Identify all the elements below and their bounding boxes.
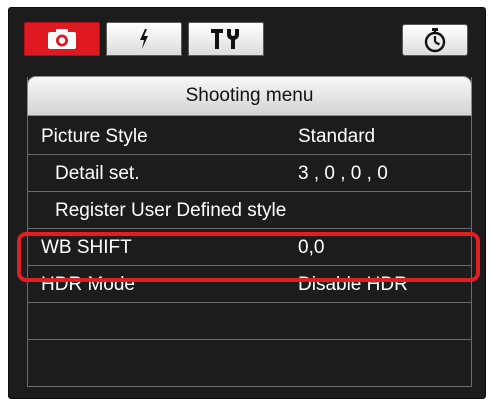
menu-item-label: Detail set. <box>55 163 140 184</box>
menu-item-value: Standard <box>298 126 376 147</box>
menu-item-empty <box>27 340 472 377</box>
camera-icon <box>48 29 76 49</box>
menu-title: Shooting menu <box>27 76 472 116</box>
menu-item-empty <box>27 303 472 340</box>
flash-icon <box>140 29 148 49</box>
menu-item-detail-set[interactable]: Detail set. 3 , 0 , 0 , 0 <box>27 155 472 192</box>
tools-icon <box>211 29 239 49</box>
tab-shooting[interactable] <box>24 22 100 56</box>
tab-tools[interactable] <box>188 22 264 56</box>
menu-item-label: Register User Defined style <box>55 200 287 221</box>
tab-flash[interactable] <box>106 22 182 56</box>
timer-icon <box>424 28 446 53</box>
tab-my-menu[interactable] <box>402 24 468 56</box>
menu-item-picture-style[interactable]: Picture Style Standard <box>27 118 472 155</box>
wb-shift-highlight-outline <box>17 232 480 282</box>
menu-item-value: 3 , 0 , 0 , 0 <box>298 163 388 184</box>
menu-item-label: Picture Style <box>41 126 148 147</box>
menu-item-register-user-defined-style[interactable]: Register User Defined style <box>27 192 472 229</box>
